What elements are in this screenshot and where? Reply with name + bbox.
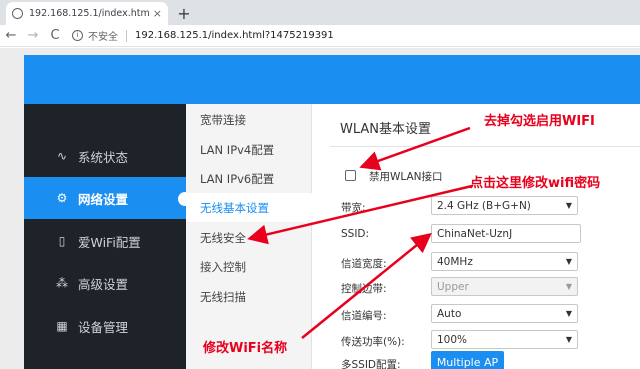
annotation-change-name: 修改WiFi名称 <box>203 341 288 356</box>
arrow-to-wireless-security <box>247 184 473 245</box>
arrow-to-ssid <box>301 232 432 339</box>
annotation-change-password: 点击这里修改wifi密码 <box>470 176 601 191</box>
annotation-uncheck-wifi: 去掉勾选启用WIFI <box>484 114 595 129</box>
arrow-to-checkbox <box>359 126 471 171</box>
